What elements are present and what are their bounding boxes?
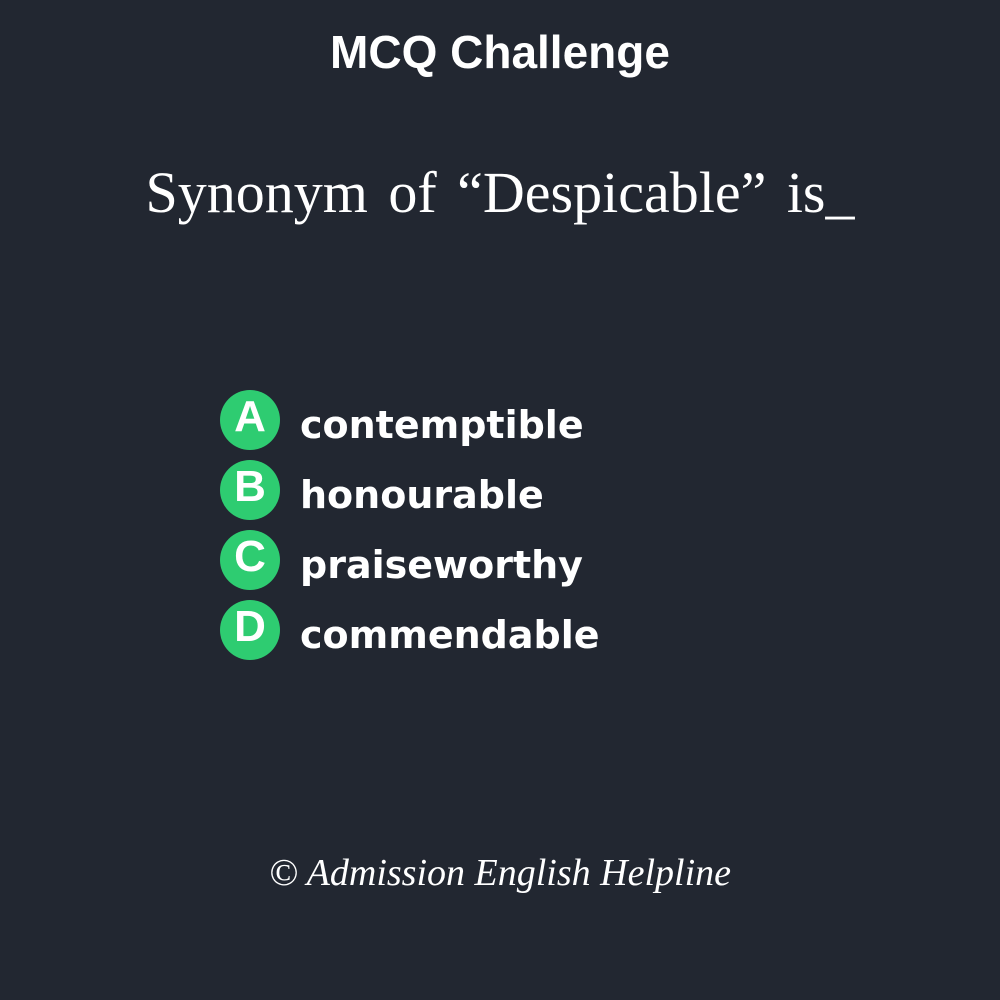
option-badge: A: [220, 390, 280, 450]
option-label: commendable: [300, 613, 600, 657]
option-d[interactable]: D commendable: [220, 600, 820, 670]
option-label: praiseworthy: [300, 543, 583, 587]
options-list: A contemptible B honourable C praisewort…: [220, 390, 820, 670]
option-letter: C: [234, 532, 266, 581]
option-letter: B: [234, 462, 266, 511]
option-letter: A: [234, 392, 266, 441]
option-label: honourable: [300, 473, 544, 517]
question-text: Synonym of “Despicable” is_: [145, 160, 855, 225]
option-c[interactable]: C praiseworthy: [220, 530, 820, 600]
option-a[interactable]: A contemptible: [220, 390, 820, 460]
page-title: MCQ Challenge: [330, 26, 670, 78]
option-label: contemptible: [300, 403, 584, 447]
option-letter: D: [234, 602, 266, 651]
option-badge: C: [220, 530, 280, 590]
option-badge: B: [220, 460, 280, 520]
copyright-credit: © Admission English Helpline: [269, 852, 731, 894]
option-badge: D: [220, 600, 280, 660]
option-b[interactable]: B honourable: [220, 460, 820, 530]
